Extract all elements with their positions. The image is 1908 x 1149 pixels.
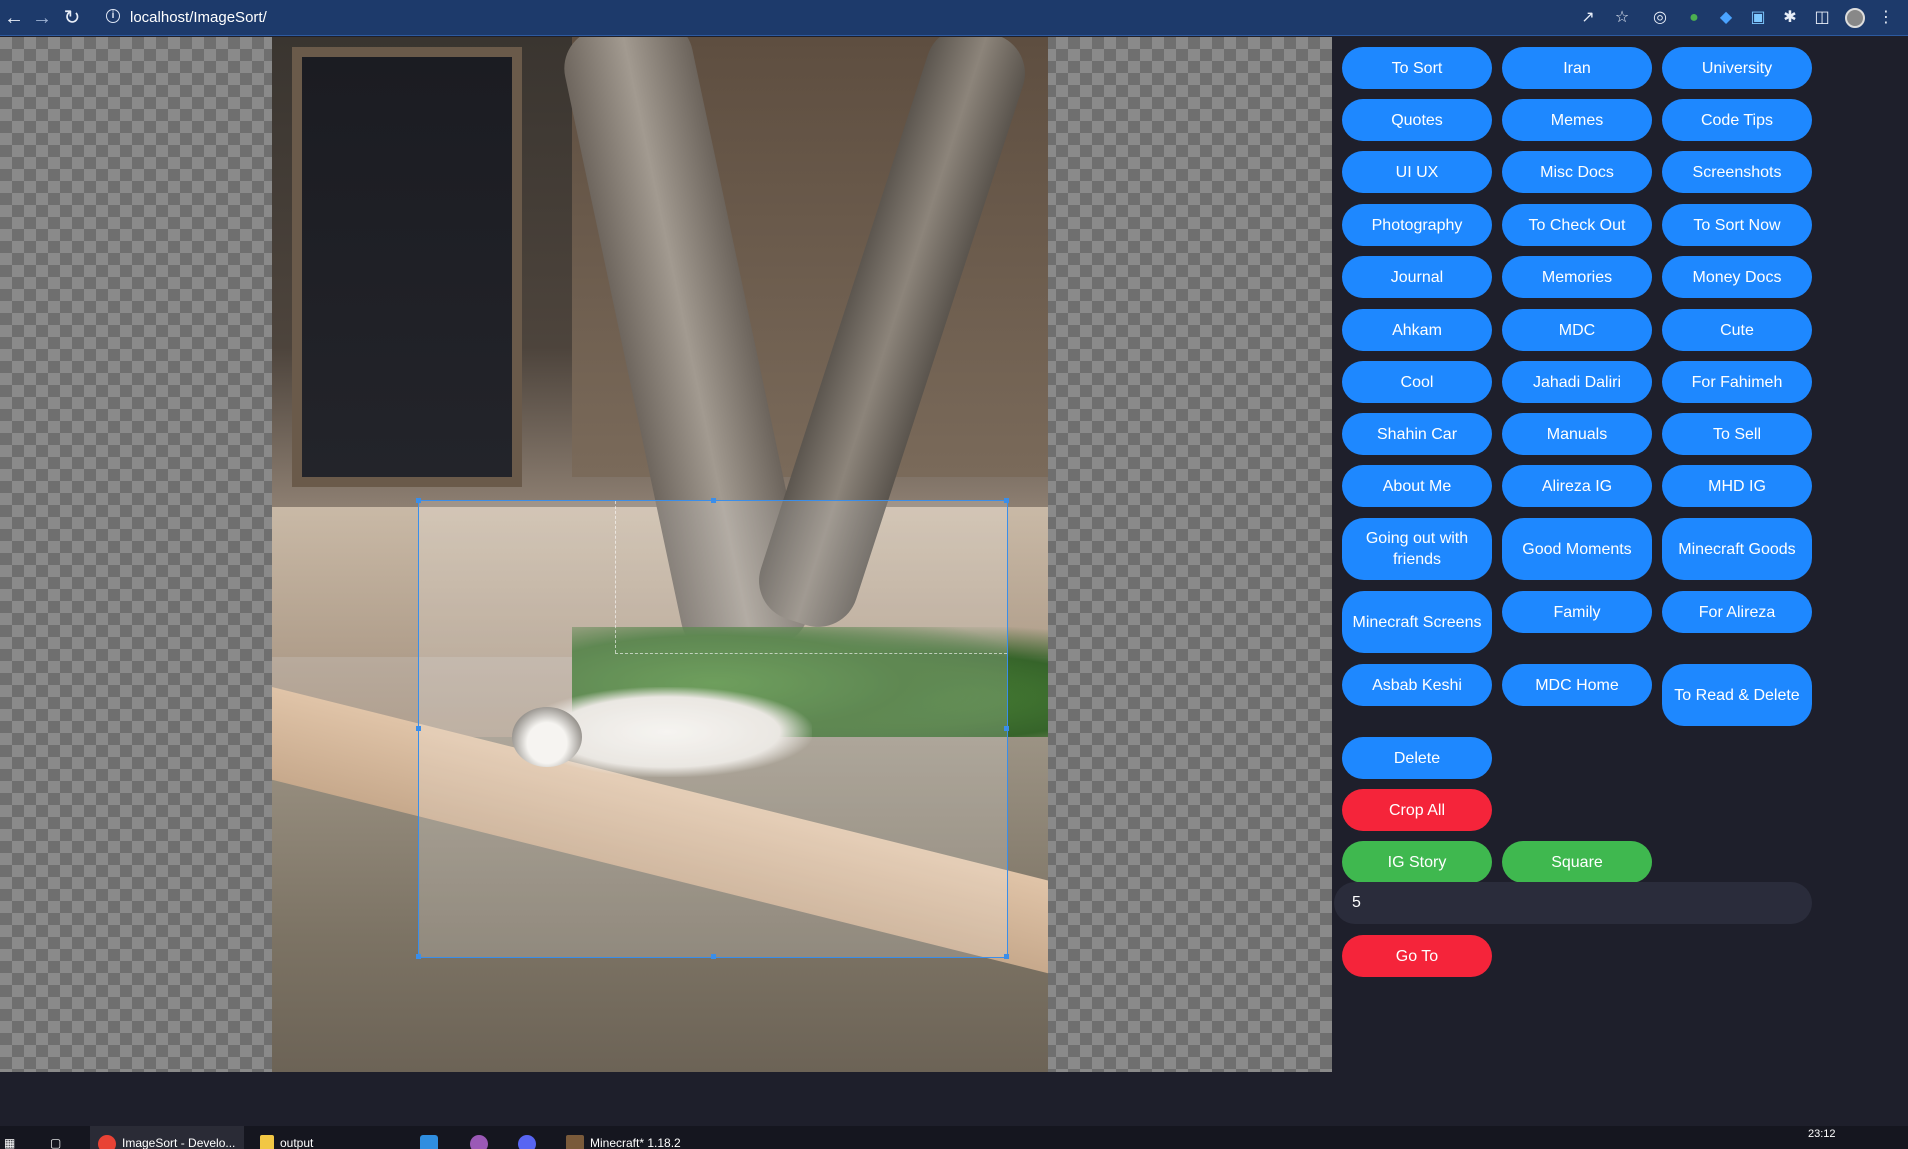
go-to-button[interactable]: Go To bbox=[1342, 935, 1492, 977]
crop-handle[interactable] bbox=[416, 498, 421, 503]
category-button[interactable]: Cute bbox=[1662, 309, 1812, 351]
info-icon[interactable]: i bbox=[106, 9, 120, 23]
crop-handle[interactable] bbox=[711, 954, 716, 959]
taskbar-item-label: output bbox=[280, 1136, 314, 1149]
taskbar-item-label: Minecraft* 1.18.2 bbox=[590, 1136, 681, 1149]
category-button[interactable]: University bbox=[1662, 47, 1812, 89]
category-button[interactable]: Quotes bbox=[1342, 99, 1492, 141]
taskbar-item-app[interactable] bbox=[470, 1126, 494, 1149]
category-button[interactable]: UI UX bbox=[1342, 151, 1492, 193]
category-button[interactable]: Iran bbox=[1502, 47, 1652, 89]
taskbar-item-folder[interactable]: output bbox=[260, 1126, 313, 1149]
ig-story-button[interactable]: IG Story bbox=[1342, 841, 1492, 883]
avatar[interactable] bbox=[1845, 8, 1865, 28]
category-button[interactable]: Cool bbox=[1342, 361, 1492, 403]
category-button[interactable]: Memes bbox=[1502, 99, 1652, 141]
extension-icon[interactable]: ◆ bbox=[1716, 8, 1736, 28]
category-button[interactable]: Minecraft Goods bbox=[1662, 518, 1812, 580]
task-view-icon[interactable]: ▢ bbox=[50, 1126, 61, 1149]
minecraft-icon bbox=[566, 1135, 584, 1149]
crop-handle[interactable] bbox=[416, 726, 421, 731]
windows-start-icon[interactable]: ▦ bbox=[4, 1126, 15, 1149]
crop-all-button[interactable]: Crop All bbox=[1342, 789, 1492, 831]
sidepanel-icon[interactable]: ◫ bbox=[1812, 8, 1832, 28]
category-button[interactable]: Screenshots bbox=[1662, 151, 1812, 193]
category-button[interactable]: MDC bbox=[1502, 309, 1652, 351]
category-button[interactable]: For Fahimeh bbox=[1662, 361, 1812, 403]
extension-icon[interactable]: ● bbox=[1684, 8, 1704, 28]
delete-button[interactable]: Delete bbox=[1342, 737, 1492, 779]
square-button[interactable]: Square bbox=[1502, 841, 1652, 883]
taskbar-item-chrome[interactable]: ImageSort - Develo... bbox=[90, 1126, 244, 1149]
category-button[interactable]: About Me bbox=[1342, 465, 1492, 507]
back-icon[interactable]: ← bbox=[2, 6, 26, 30]
folder-icon bbox=[260, 1135, 274, 1149]
crop-handle[interactable] bbox=[1004, 726, 1009, 731]
category-button[interactable]: Journal bbox=[1342, 256, 1492, 298]
category-button[interactable]: MHD IG bbox=[1662, 465, 1812, 507]
app-icon bbox=[470, 1135, 488, 1149]
category-button[interactable]: For Alireza bbox=[1662, 591, 1812, 633]
category-button[interactable]: To Sort bbox=[1342, 47, 1492, 89]
crop-handle[interactable] bbox=[711, 498, 716, 503]
share-icon[interactable]: ↗ bbox=[1578, 8, 1598, 28]
crop-selection[interactable] bbox=[416, 498, 1009, 959]
category-button[interactable]: To Check Out bbox=[1502, 204, 1652, 246]
category-button[interactable]: Alireza IG bbox=[1502, 465, 1652, 507]
reload-icon[interactable]: ↻ bbox=[60, 6, 84, 30]
category-button[interactable]: Memories bbox=[1502, 256, 1652, 298]
crop-handle[interactable] bbox=[416, 954, 421, 959]
taskbar-item-discord[interactable] bbox=[518, 1126, 542, 1149]
chrome-icon bbox=[98, 1135, 116, 1149]
category-button[interactable]: Jahadi Daliri bbox=[1502, 361, 1652, 403]
clock: 23:12 bbox=[1808, 1128, 1836, 1140]
taskbar-item-minecraft[interactable]: Minecraft* 1.18.2 bbox=[566, 1126, 681, 1149]
category-button[interactable]: Photography bbox=[1342, 204, 1492, 246]
page-bottom bbox=[0, 1072, 1908, 1126]
taskbar: ▦ ▢ ImageSort - Develo... output Minecra… bbox=[0, 1126, 1908, 1149]
star-icon[interactable]: ☆ bbox=[1612, 8, 1632, 28]
category-button[interactable]: Asbab Keshi bbox=[1342, 664, 1492, 706]
browser-toolbar: ← → ↻ i localhost/ImageSort/ ↗ ☆ ◎ ● ◆ ▣… bbox=[0, 0, 1908, 36]
category-button[interactable]: Money Docs bbox=[1662, 256, 1812, 298]
category-button[interactable]: Code Tips bbox=[1662, 99, 1812, 141]
crop-handle[interactable] bbox=[1004, 954, 1009, 959]
category-button[interactable]: MDC Home bbox=[1502, 664, 1652, 706]
puzzle-icon[interactable]: ✱ bbox=[1780, 8, 1800, 28]
address-bar[interactable]: localhost/ImageSort/ bbox=[130, 9, 267, 26]
taskbar-item-vscode[interactable] bbox=[420, 1126, 444, 1149]
category-button[interactable]: Going out with friends bbox=[1342, 518, 1492, 580]
image-viewer bbox=[0, 37, 1332, 1072]
category-button[interactable]: To Sort Now bbox=[1662, 204, 1812, 246]
forward-icon[interactable]: → bbox=[30, 6, 54, 30]
category-button[interactable]: To Read & Delete bbox=[1662, 664, 1812, 726]
category-button[interactable]: Misc Docs bbox=[1502, 151, 1652, 193]
category-button[interactable]: Minecraft Screens bbox=[1342, 591, 1492, 653]
goto-index-input[interactable] bbox=[1334, 882, 1812, 924]
menu-icon[interactable]: ⋮ bbox=[1876, 8, 1896, 28]
category-button[interactable]: Family bbox=[1502, 591, 1652, 633]
crop-handle[interactable] bbox=[1004, 498, 1009, 503]
category-button[interactable]: Good Moments bbox=[1502, 518, 1652, 580]
taskbar-item-label: ImageSort - Develo... bbox=[122, 1136, 236, 1149]
globe-icon[interactable]: ◎ bbox=[1650, 8, 1670, 28]
vscode-icon bbox=[420, 1135, 438, 1149]
category-button[interactable]: Shahin Car bbox=[1342, 413, 1492, 455]
category-button[interactable]: To Sell bbox=[1662, 413, 1812, 455]
extension-icon[interactable]: ▣ bbox=[1748, 8, 1768, 28]
category-button[interactable]: Manuals bbox=[1502, 413, 1652, 455]
category-button[interactable]: Ahkam bbox=[1342, 309, 1492, 351]
discord-icon bbox=[518, 1135, 536, 1149]
